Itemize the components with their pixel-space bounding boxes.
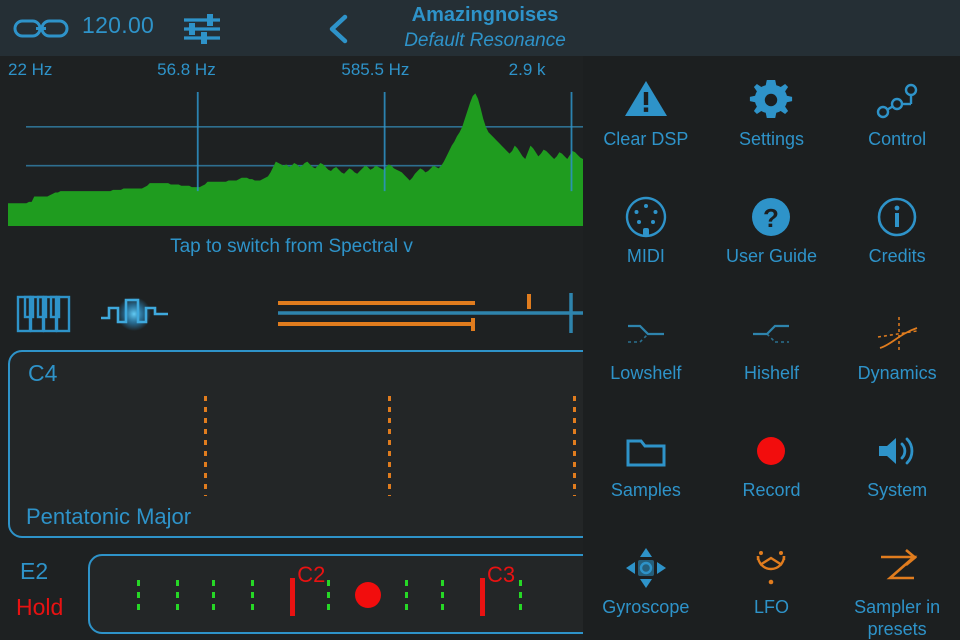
keyboard-step-dot[interactable]: [251, 580, 255, 614]
menu-icon-grid: Clear DSP Settings Control MIDI ? User G…: [583, 62, 960, 640]
menu-item-label: MIDI: [626, 246, 665, 266]
menu-item-user-guide[interactable]: ? User Guide: [709, 179, 835, 296]
spectrum-area-fill: [8, 93, 583, 226]
piano-keys-icon[interactable]: [16, 294, 74, 334]
freq-tick-label: 585.5 Hz: [341, 60, 410, 79]
svg-text:?: ?: [764, 203, 780, 233]
keyboard-step-dot[interactable]: [519, 580, 522, 614]
speaker-icon: [873, 427, 921, 475]
menu-item-label: Hishelf: [743, 363, 799, 383]
menu-item-credits[interactable]: Credits: [834, 179, 960, 296]
warning-triangle-icon: [622, 76, 670, 124]
keyboard-octave-bar[interactable]: [290, 578, 296, 616]
menu-item-label: LFO: [753, 597, 789, 617]
menu-item-record[interactable]: Record: [709, 413, 835, 530]
record-dot-icon: [747, 427, 795, 475]
menu-item-label: Sampler in presets: [854, 597, 941, 639]
menu-item-label: User Guide: [725, 246, 818, 266]
sampler-arrow-icon: [873, 544, 921, 592]
keyboard-area: E2 Hold C2 C3: [0, 550, 583, 640]
menu-item-label: Credits: [868, 246, 926, 266]
menu-item-label: Record: [742, 480, 801, 500]
app-title: Amazingnoises: [411, 4, 559, 26]
menu-header-spacer: [583, 0, 960, 56]
menu-item-label: Gyroscope: [602, 597, 690, 617]
menu-item-sampler-in-presets[interactable]: Sampler in presets: [834, 530, 960, 640]
scale-root-note[interactable]: C4: [28, 360, 57, 387]
spectrum-graph[interactable]: [8, 92, 583, 226]
scale-marker-line: [203, 396, 207, 496]
dynamics-curve-icon: [873, 310, 921, 358]
frequency-axis-labels: 22 Hz 56.8 Hz 585.5 Hz 2.9 k: [0, 60, 583, 88]
keyboard-step-dot[interactable]: [175, 580, 179, 614]
main-left-panel: 22 Hz 56.8 Hz 585.5 Hz 2.9 k Tap to switch …: [0, 56, 583, 640]
freq-tick-label: 2.9 k: [508, 60, 546, 79]
menu-item-settings[interactable]: Settings: [709, 62, 835, 179]
scale-marker-line: [388, 396, 392, 496]
scale-name-label[interactable]: Pentatonic Major: [26, 504, 191, 530]
menu-item-control[interactable]: Control: [834, 62, 960, 179]
back-chevron-icon[interactable]: [320, 10, 358, 48]
hishelf-curve-icon: [747, 310, 795, 358]
menu-item-samples[interactable]: Samples: [583, 413, 709, 530]
side-menu-panel: Clear DSP Settings Control MIDI ? User G…: [583, 0, 960, 640]
spectrum-display[interactable]: 22 Hz 56.8 Hz 585.5 Hz 2.9 k: [0, 56, 583, 232]
menu-item-gyroscope[interactable]: Gyroscope: [583, 530, 709, 640]
menu-item-system[interactable]: System: [834, 413, 960, 530]
orange-blue-slider-group[interactable]: [270, 288, 583, 340]
menu-item-label: Lowshelf: [610, 363, 682, 383]
sliders-icon[interactable]: [180, 10, 224, 48]
controls-row: [0, 284, 583, 344]
freq-tick-label: 56.8 Hz: [157, 60, 216, 79]
keyboard-marker-strip[interactable]: C2 C3: [88, 554, 583, 634]
keyboard-step-dot[interactable]: [212, 580, 216, 614]
link-icon[interactable]: [12, 14, 70, 42]
freq-tick-label: 22 Hz: [8, 60, 53, 79]
scale-marker-line: [573, 396, 577, 496]
keyboard-active-note-dot[interactable]: [354, 582, 381, 608]
menu-item-label: Settings: [738, 129, 805, 149]
menu-item-dynamics[interactable]: Dynamics: [834, 296, 960, 413]
keyboard-step-dot[interactable]: [326, 580, 330, 614]
app-root: 120.00 Amazingnoises Default Resonance 2…: [0, 0, 960, 640]
gear-icon: [747, 76, 795, 124]
scale-selector-box[interactable]: C4 Pentatonic Major: [8, 350, 583, 538]
menu-item-midi[interactable]: MIDI: [583, 179, 709, 296]
menu-item-label: System: [867, 480, 928, 500]
app-title-block: Amazingnoises Default Resonance: [370, 2, 600, 53]
midi-din-icon: [622, 193, 670, 241]
square-wave-icon[interactable]: [98, 292, 174, 336]
keyboard-step-dot[interactable]: [136, 580, 140, 614]
lfo-icon: [747, 544, 795, 592]
info-circle-icon: [873, 193, 921, 241]
keyboard-base-note[interactable]: E2: [20, 558, 48, 585]
menu-item-label: Samples: [610, 480, 681, 500]
gyroscope-dpad-icon: [622, 544, 670, 592]
menu-item-hishelf[interactable]: Hishelf: [709, 296, 835, 413]
hold-toggle-label[interactable]: Hold: [16, 594, 63, 621]
preset-name: Default Resonance: [404, 30, 566, 51]
keyboard-octave-label: C3: [487, 562, 516, 587]
menu-item-label: Control: [868, 129, 927, 149]
menu-item-label: Dynamics: [857, 363, 937, 383]
node-graph-icon: [873, 76, 921, 124]
scale-marker-lines: [10, 396, 583, 496]
keyboard-octave-bar[interactable]: [480, 578, 485, 616]
question-mark-icon: ?: [747, 193, 795, 241]
menu-item-lowshelf[interactable]: Lowshelf: [583, 296, 709, 413]
keyboard-step-dot[interactable]: [404, 580, 408, 614]
menu-item-clear-dsp[interactable]: Clear DSP: [583, 62, 709, 179]
keyboard-step-dot[interactable]: [441, 580, 444, 614]
tap-to-switch-hint[interactable]: Tap to switch from Spectral v: [0, 236, 583, 258]
lowshelf-curve-icon: [622, 310, 670, 358]
menu-item-label: Clear DSP: [603, 129, 689, 149]
folder-icon: [622, 427, 670, 475]
menu-item-lfo[interactable]: LFO: [709, 530, 835, 640]
bpm-value[interactable]: 120.00: [82, 12, 154, 39]
keyboard-octave-label: C2: [297, 562, 326, 587]
